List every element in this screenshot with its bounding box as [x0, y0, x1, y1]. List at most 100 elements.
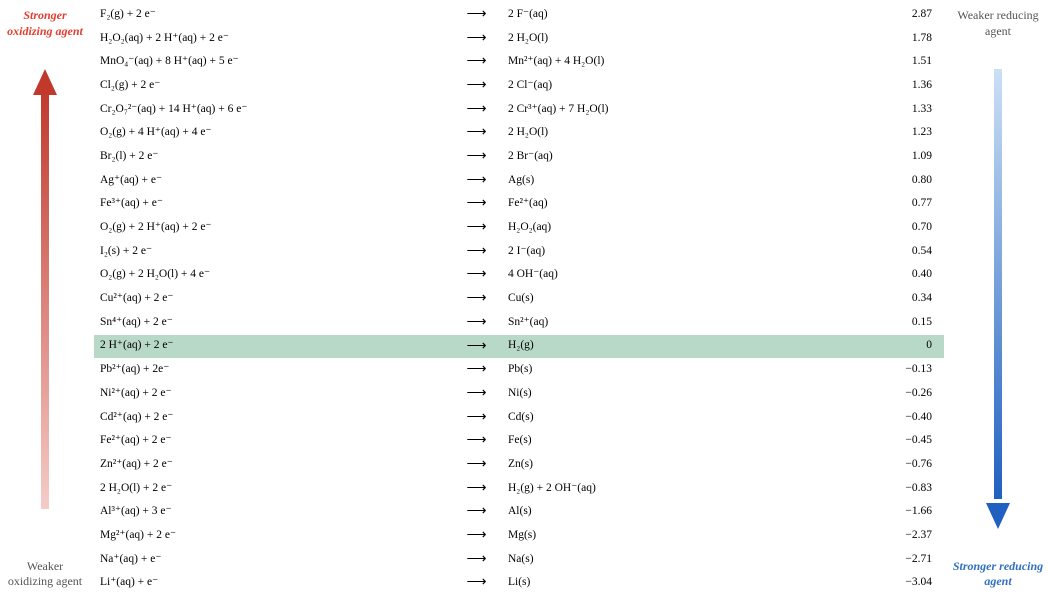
potential-value: −0.26: [842, 382, 944, 406]
arrow-cell: ⟶: [451, 335, 502, 359]
product-cell: 2 I⁻(aq): [502, 240, 842, 264]
table-row: 2 H⁺(aq) + 2 e⁻⟶H₂(g)0: [94, 335, 944, 359]
table-row: F₂(g) + 2 e⁻⟶2 F⁻(aq)2.87: [94, 3, 944, 27]
reactant-cell: Cl₂(g) + 2 e⁻: [94, 74, 451, 98]
table-row: Ag⁺(aq) + e⁻⟶Ag(s)0.80: [94, 169, 944, 193]
arrow-cell: ⟶: [451, 571, 502, 595]
arrow-cell: ⟶: [451, 121, 502, 145]
potential-value: 0.40: [842, 263, 944, 287]
oxidizing-arrow: [33, 69, 57, 529]
reactant-cell: H₂O₂(aq) + 2 H⁺(aq) + 2 e⁻: [94, 27, 451, 51]
product-cell: 2 F⁻(aq): [502, 3, 842, 27]
stronger-reducing-label: Stronger reducing agent: [952, 559, 1044, 590]
product-cell: Al(s): [502, 500, 842, 524]
product-cell: 2 Cr³⁺(aq) + 7 H₂O(l): [502, 98, 842, 122]
table-row: Sn⁴⁺(aq) + 2 e⁻⟶Sn²⁺(aq)0.15: [94, 311, 944, 335]
arrow-cell: ⟶: [451, 263, 502, 287]
reactant-cell: 2 H⁺(aq) + 2 e⁻: [94, 335, 451, 359]
product-cell: 4 OH⁻(aq): [502, 263, 842, 287]
table-row: O₂(g) + 4 H⁺(aq) + 4 e⁻⟶2 H₂O(l)1.23: [94, 121, 944, 145]
product-cell: 2 Cl⁻(aq): [502, 74, 842, 98]
arrow-cell: ⟶: [451, 145, 502, 169]
product-cell: Pb(s): [502, 358, 842, 382]
product-cell: Zn(s): [502, 453, 842, 477]
reactant-cell: Al³⁺(aq) + 3 e⁻: [94, 500, 451, 524]
product-cell: Na(s): [502, 548, 842, 572]
potential-value: 0.70: [842, 216, 944, 240]
potential-value: −1.66: [842, 500, 944, 524]
potential-value: 1.23: [842, 121, 944, 145]
table-row: Cu²⁺(aq) + 2 e⁻⟶Cu(s)0.34: [94, 287, 944, 311]
potential-value: −2.71: [842, 548, 944, 572]
potential-value: 0.34: [842, 287, 944, 311]
potential-value: −0.40: [842, 406, 944, 430]
reactant-cell: Br₂(l) + 2 e⁻: [94, 145, 451, 169]
weaker-reducing-label: Weaker reducing agent: [952, 8, 1044, 39]
arrow-cell: ⟶: [451, 192, 502, 216]
product-cell: Fe²⁺(aq): [502, 192, 842, 216]
arrow-cell: ⟶: [451, 50, 502, 74]
potential-value: −0.45: [842, 429, 944, 453]
reactant-cell: Mg²⁺(aq) + 2 e⁻: [94, 524, 451, 548]
product-cell: 2 H₂O(l): [502, 121, 842, 145]
table-row: Na⁺(aq) + e⁻⟶Na(s)−2.71: [94, 548, 944, 572]
arrow-cell: ⟶: [451, 429, 502, 453]
reactant-cell: O₂(g) + 4 H⁺(aq) + 4 e⁻: [94, 121, 451, 145]
arrow-cell: ⟶: [451, 216, 502, 240]
potential-value: 1.36: [842, 74, 944, 98]
table-row: H₂O₂(aq) + 2 H⁺(aq) + 2 e⁻⟶2 H₂O(l)1.78: [94, 27, 944, 51]
table-row: Zn²⁺(aq) + 2 e⁻⟶Zn(s)−0.76: [94, 453, 944, 477]
reactant-cell: Li⁺(aq) + e⁻: [94, 571, 451, 595]
table-row: Cr₂O₇²⁻(aq) + 14 H⁺(aq) + 6 e⁻⟶2 Cr³⁺(aq…: [94, 98, 944, 122]
potential-value: 2.87: [842, 3, 944, 27]
table-row: Al³⁺(aq) + 3 e⁻⟶Al(s)−1.66: [94, 500, 944, 524]
reactant-cell: Cd²⁺(aq) + 2 e⁻: [94, 406, 451, 430]
product-cell: Ni(s): [502, 382, 842, 406]
table-row: O₂(g) + 2 H⁺(aq) + 2 e⁻⟶H₂O₂(aq)0.70: [94, 216, 944, 240]
potential-value: 1.33: [842, 98, 944, 122]
reactant-cell: Ni²⁺(aq) + 2 e⁻: [94, 382, 451, 406]
reactant-cell: Cr₂O₇²⁻(aq) + 14 H⁺(aq) + 6 e⁻: [94, 98, 451, 122]
weaker-oxidizing-label: Weaker oxidizing agent: [4, 559, 86, 590]
arrow-cell: ⟶: [451, 500, 502, 524]
arrow-cell: ⟶: [451, 74, 502, 98]
arrow-cell: ⟶: [451, 406, 502, 430]
product-cell: Mg(s): [502, 524, 842, 548]
product-cell: Sn²⁺(aq): [502, 311, 842, 335]
potential-value: −2.37: [842, 524, 944, 548]
reactant-cell: Pb²⁺(aq) + 2e⁻: [94, 358, 451, 382]
table-row: Cd²⁺(aq) + 2 e⁻⟶Cd(s)−0.40: [94, 406, 944, 430]
table-row: Fe²⁺(aq) + 2 e⁻⟶Fe(s)−0.45: [94, 429, 944, 453]
table-row: 2 H₂O(l) + 2 e⁻⟶H₂(g) + 2 OH⁻(aq)−0.83: [94, 477, 944, 501]
reactant-cell: I₂(s) + 2 e⁻: [94, 240, 451, 264]
potential-value: 0.77: [842, 192, 944, 216]
arrow-cell: ⟶: [451, 98, 502, 122]
potential-value: −0.13: [842, 358, 944, 382]
product-cell: Fe(s): [502, 429, 842, 453]
reactant-cell: 2 H₂O(l) + 2 e⁻: [94, 477, 451, 501]
reactant-cell: Cu²⁺(aq) + 2 e⁻: [94, 287, 451, 311]
potential-value: −0.76: [842, 453, 944, 477]
table-row: Fe³⁺(aq) + e⁻⟶Fe²⁺(aq)0.77: [94, 192, 944, 216]
arrow-cell: ⟶: [451, 240, 502, 264]
left-arrow-container: [33, 39, 57, 559]
arrow-cell: ⟶: [451, 358, 502, 382]
product-cell: Cu(s): [502, 287, 842, 311]
potential-value: 1.51: [842, 50, 944, 74]
reactant-cell: Sn⁴⁺(aq) + 2 e⁻: [94, 311, 451, 335]
table-row: Li⁺(aq) + e⁻⟶Li(s)−3.04: [94, 571, 944, 595]
arrow-cell: ⟶: [451, 382, 502, 406]
reactant-cell: O₂(g) + 2 H⁺(aq) + 2 e⁻: [94, 216, 451, 240]
product-cell: H₂(g) + 2 OH⁻(aq): [502, 477, 842, 501]
arrow-cell: ⟶: [451, 477, 502, 501]
potential-value: 0.15: [842, 311, 944, 335]
reduction-potentials-table: F₂(g) + 2 e⁻⟶2 F⁻(aq)2.87H₂O₂(aq) + 2 H⁺…: [94, 3, 944, 595]
product-cell: Li(s): [502, 571, 842, 595]
reactant-cell: O₂(g) + 2 H₂O(l) + 4 e⁻: [94, 263, 451, 287]
table-row: Ni²⁺(aq) + 2 e⁻⟶Ni(s)−0.26: [94, 382, 944, 406]
table-row: MnO₄⁻(aq) + 8 H⁺(aq) + 5 e⁻⟶Mn²⁺(aq) + 4…: [94, 50, 944, 74]
potential-value: 0.80: [842, 169, 944, 193]
reactant-cell: Zn²⁺(aq) + 2 e⁻: [94, 453, 451, 477]
potential-value: −0.83: [842, 477, 944, 501]
product-cell: Mn²⁺(aq) + 4 H₂O(l): [502, 50, 842, 74]
